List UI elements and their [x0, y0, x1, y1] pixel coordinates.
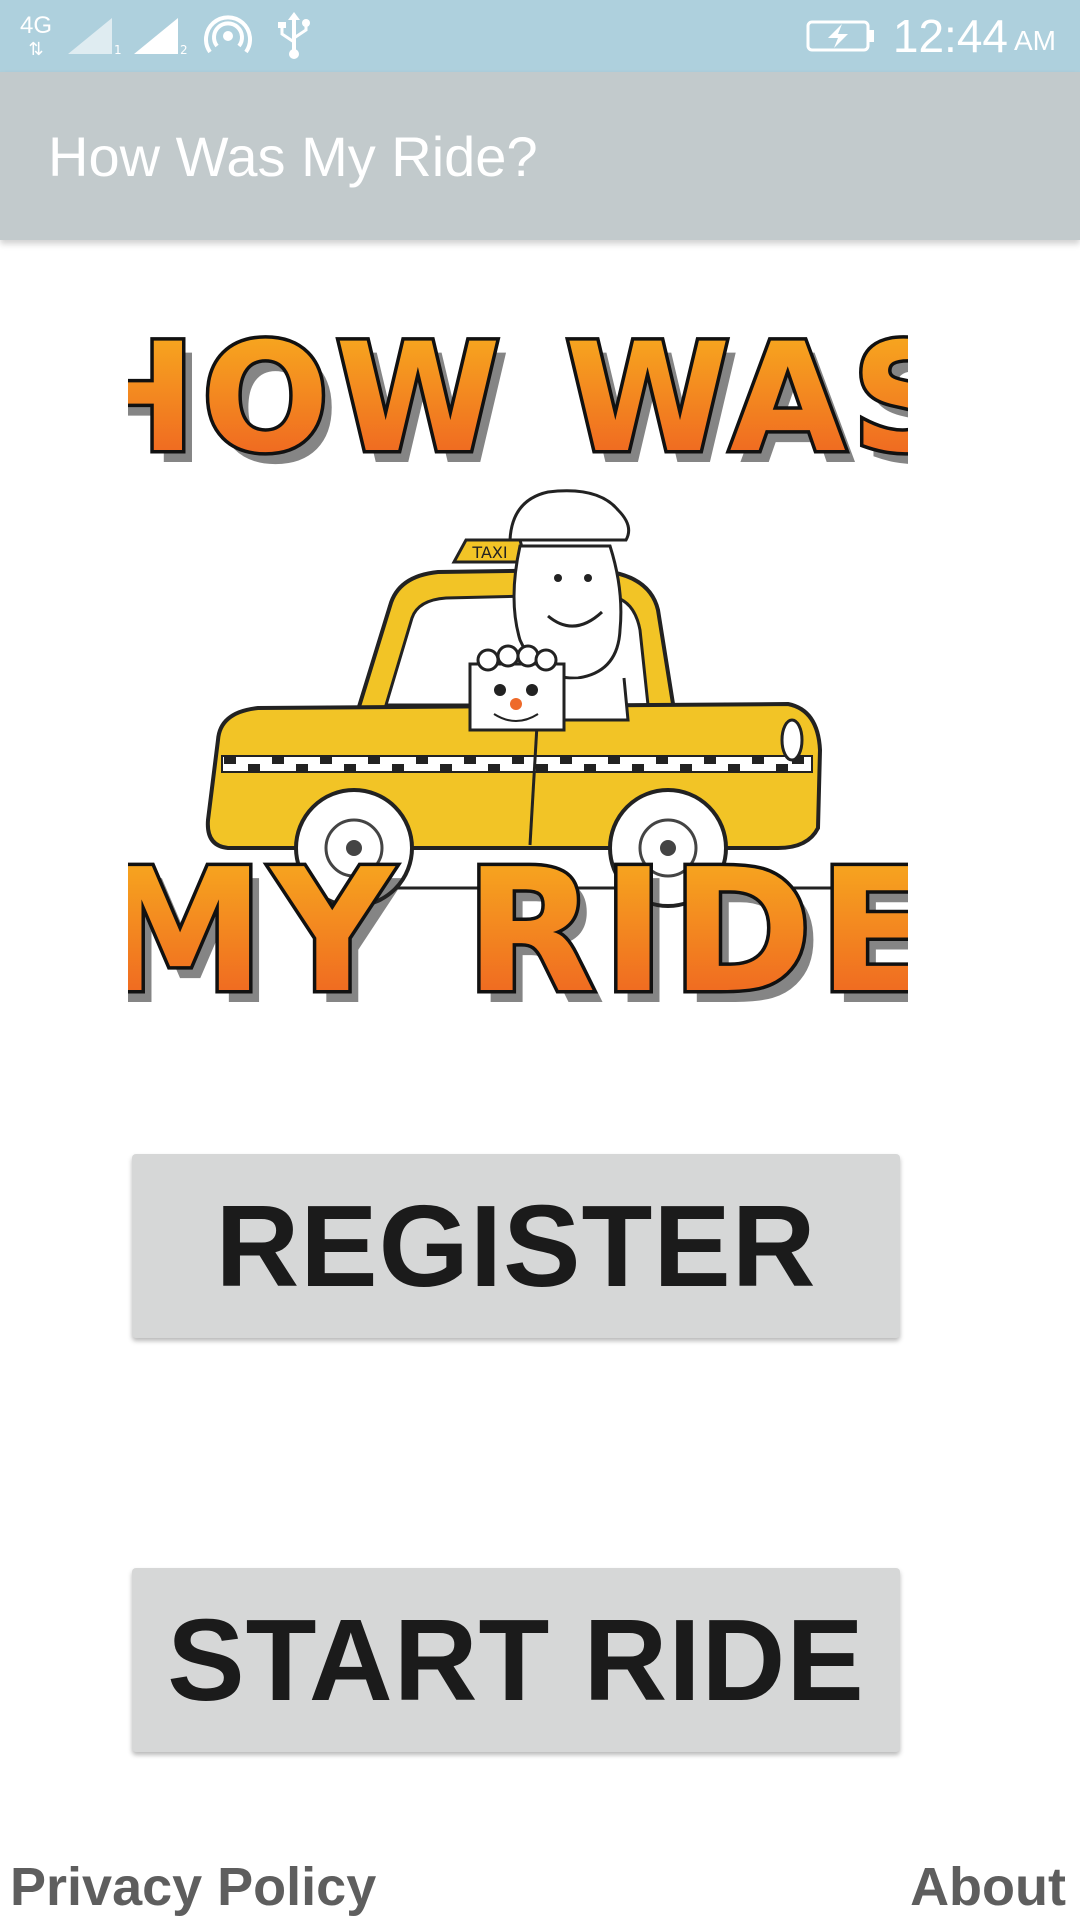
start-ride-button[interactable]: START RIDE [132, 1568, 900, 1752]
signal-sim1-icon: 1 [66, 0, 124, 72]
privacy-policy-link[interactable]: Privacy Policy [10, 1856, 376, 1918]
svg-text:MY RIDE: MY RIDE [128, 833, 908, 1031]
logo-bottom-text: MY RIDE MY RIDE [92, 830, 944, 1044]
battery-charging-icon [806, 0, 876, 72]
logo-top-text: HOW WAS HOW WAS [67, 309, 970, 499]
hotspot-icon [204, 0, 252, 72]
data-arrows-icon: ⇅ [28, 39, 44, 59]
signal-sim2-icon: 2 [132, 0, 190, 72]
taxi-sign-text: TAXI [471, 543, 507, 562]
usb-icon [276, 0, 312, 72]
app-title: How Was My Ride? [48, 124, 538, 188]
sim1-label: 1 [114, 43, 122, 56]
clock-ampm: AM [1014, 25, 1056, 56]
app-bar: How Was My Ride? [0, 72, 1080, 240]
smiley-card-icon [468, 644, 566, 732]
network-4g-icon: 4G ⇅ [20, 0, 52, 72]
app-screen: 4G ⇅ 1 2 12:44 AM How Was My Ride? HOW W… [0, 0, 1080, 1920]
app-logo: HOW WAS HOW WAS TAXI [67, 300, 970, 1044]
sim2-label: 2 [180, 43, 188, 56]
logo-illustration: HOW WAS HOW WAS TAXI [67, 309, 970, 1044]
status-bar: 4G ⇅ 1 2 12:44 AM [0, 0, 1080, 72]
register-button[interactable]: REGISTER [132, 1154, 900, 1338]
clock-time: 12:44 [892, 10, 1008, 62]
about-link[interactable]: About [910, 1856, 1066, 1918]
svg-text:HOW WAS: HOW WAS [128, 312, 908, 486]
network-type-label: 4G [20, 12, 53, 39]
status-clock: 12:44 AM [893, 0, 1056, 72]
